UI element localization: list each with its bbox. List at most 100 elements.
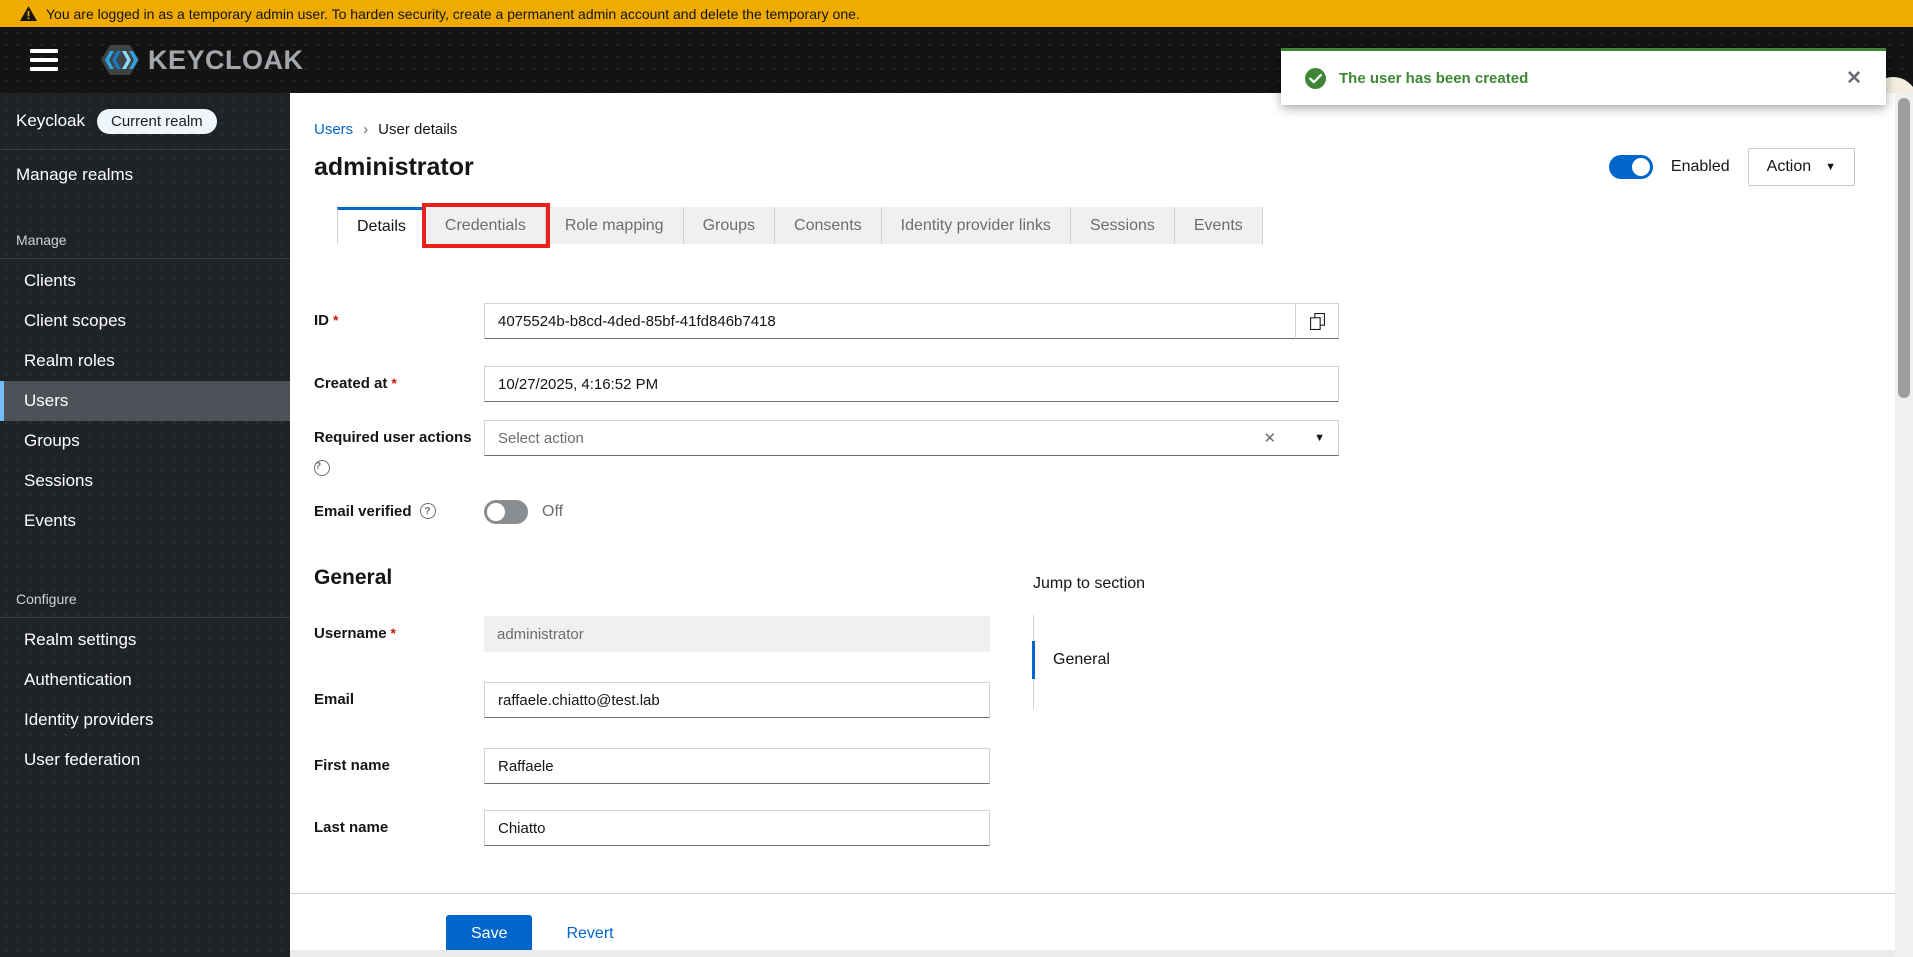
help-icon[interactable]: ?: [419, 503, 436, 519]
tab-details[interactable]: Details: [337, 207, 426, 244]
form-row-first-name: First name Raffaele: [314, 748, 1694, 784]
username-label-text: Username: [314, 625, 387, 642]
caret-down-icon: ▼: [1825, 161, 1836, 173]
id-label: ID *: [314, 303, 484, 339]
user-detail-tabs: Details Credentials Role mapping Groups …: [337, 203, 1263, 248]
sidebar-item-user-federation[interactable]: User federation: [0, 740, 290, 780]
username-label: Username *: [314, 616, 484, 652]
enabled-toggle[interactable]: [1608, 155, 1653, 179]
breadcrumb: Users › User details: [314, 121, 457, 138]
tab-consents[interactable]: Consents: [775, 207, 882, 244]
keycloak-admin-console: You are logged in as a temporary admin u…: [0, 0, 1913, 957]
required-marker: *: [390, 625, 396, 641]
breadcrumb-chevron-icon: ›: [363, 121, 369, 138]
configure-nav-list: Realm settings Authentication Identity p…: [0, 618, 290, 780]
email-input[interactable]: raffaele.chiatto@test.lab: [484, 682, 990, 718]
email-label-text: Email: [314, 691, 355, 708]
created-at-label-text: Created at: [314, 375, 388, 392]
form-row-username: Username * administrator: [314, 616, 1694, 652]
required-marker: *: [391, 375, 397, 391]
sidebar-item-realm-settings[interactable]: Realm settings: [0, 620, 290, 660]
first-name-label-text: First name: [314, 757, 390, 774]
toast-close-icon[interactable]: ✕: [1846, 69, 1862, 88]
action-label: Action: [1766, 158, 1812, 175]
tab-identity-provider-links[interactable]: Identity provider links: [881, 207, 1071, 244]
save-button[interactable]: Save: [446, 915, 533, 953]
title-row: administrator Enabled Action ▼: [314, 148, 1855, 186]
form-row-id: ID * 4075524b-b8cd-4ded-85bf-41fd846b7418: [314, 303, 1694, 339]
caret-down-icon[interactable]: ▼: [1314, 432, 1325, 444]
user-details-form: ID * 4075524b-b8cd-4ded-85bf-41fd846b7418…: [314, 303, 1694, 846]
tab-role-mapping[interactable]: Role mapping: [545, 207, 684, 244]
general-section-heading: General: [314, 566, 393, 589]
form-row-email-verified: Email verified ? Off: [314, 500, 1694, 524]
revert-link[interactable]: Revert: [566, 925, 613, 943]
page-title: administrator: [314, 152, 474, 181]
enabled-label: Enabled: [1670, 158, 1730, 175]
nav-section-manage: Manage: [16, 232, 67, 248]
title-controls: Enabled Action ▼: [1608, 148, 1855, 186]
first-name-label: First name: [314, 748, 484, 784]
username-input[interactable]: administrator: [484, 616, 990, 652]
email-verified-toggle[interactable]: [484, 500, 528, 524]
last-name-input[interactable]: Chiatto: [484, 810, 990, 846]
action-dropdown-button[interactable]: Action ▼: [1747, 148, 1855, 186]
last-name-label: Last name: [314, 810, 484, 846]
email-label: Email: [314, 682, 484, 718]
realm-name: Keycloak: [16, 111, 85, 130]
created-at-label: Created at *: [314, 366, 484, 402]
help-icon[interactable]: ?: [314, 460, 330, 476]
sidebar-item-identity-providers[interactable]: Identity providers: [0, 700, 290, 740]
tab-credentials[interactable]: Credentials: [421, 203, 550, 248]
email-verified-label-text: Email verified: [314, 503, 412, 520]
sidebar-item-clients[interactable]: Clients: [0, 261, 290, 301]
copy-button[interactable]: [1295, 303, 1339, 339]
sidebar-item-client-scopes[interactable]: Client scopes: [0, 301, 290, 341]
sidebar-item-authentication[interactable]: Authentication: [0, 660, 290, 700]
sidebar: Keycloak Current realm Manage realms Man…: [0, 93, 290, 957]
select-placeholder: Select action: [498, 429, 584, 447]
current-realm-badge: Current realm: [96, 108, 217, 134]
scroll-area-edge: [290, 950, 1895, 957]
required-marker: *: [333, 312, 339, 328]
email-verified-state: Off: [542, 503, 564, 520]
jump-to-section: Jump to section General: [1032, 575, 1146, 709]
jump-to-section-title: Jump to section: [1033, 575, 1146, 592]
form-row-email: Email raffaele.chiatto@test.lab: [314, 682, 1694, 718]
email-verified-label: Email verified ?: [314, 500, 484, 524]
jump-items: General: [1032, 615, 1145, 709]
last-name-label-text: Last name: [314, 819, 389, 836]
tab-sessions[interactable]: Sessions: [1070, 207, 1175, 244]
first-name-input[interactable]: Raffaele: [484, 748, 990, 784]
sidebar-item-groups[interactable]: Groups: [0, 421, 290, 461]
tab-events[interactable]: Events: [1174, 207, 1263, 244]
main-content: Users › User details administrator Enabl…: [290, 93, 1895, 957]
form-actions: Save Revert: [290, 893, 1895, 957]
warning-icon: [20, 6, 37, 21]
scrollbar-thumb[interactable]: [1898, 98, 1910, 398]
created-at-input[interactable]: 10/27/2025, 4:16:52 PM: [484, 366, 1339, 402]
sidebar-item-users[interactable]: Users: [0, 381, 290, 421]
sidebar-item-realm-roles[interactable]: Realm roles: [0, 341, 290, 381]
sidebar-item-sessions[interactable]: Sessions: [0, 461, 290, 501]
id-input-group: 4075524b-b8cd-4ded-85bf-41fd846b7418: [484, 303, 1339, 339]
id-input[interactable]: 4075524b-b8cd-4ded-85bf-41fd846b7418: [484, 303, 1295, 339]
required-actions-select[interactable]: Select action ✕ ▼: [484, 420, 1339, 456]
realm-selector[interactable]: Keycloak Current realm: [0, 93, 290, 150]
brand-text: KEYCLOAK: [148, 44, 304, 75]
clear-selection-icon[interactable]: ✕: [1264, 429, 1277, 447]
jump-link-general[interactable]: General: [1032, 641, 1145, 679]
toast-message: The user has been created: [1339, 69, 1529, 87]
banner-text: You are logged in as a temporary admin u…: [46, 5, 860, 22]
id-label-text: ID: [314, 312, 329, 329]
sidebar-item-events[interactable]: Events: [0, 501, 290, 541]
form-row-required-actions: Required user actions ? Select action ✕ …: [314, 420, 1694, 476]
tab-groups[interactable]: Groups: [683, 207, 776, 244]
keycloak-logo-icon: [100, 42, 140, 78]
breadcrumb-current: User details: [378, 121, 458, 138]
toast-user-created: The user has been created ✕: [1281, 48, 1886, 105]
nav-toggle-button[interactable]: [30, 49, 58, 71]
sidebar-item-manage-realms[interactable]: Manage realms: [0, 150, 290, 200]
breadcrumb-users-link[interactable]: Users: [314, 121, 353, 138]
form-row-last-name: Last name Chiatto: [314, 810, 1694, 846]
